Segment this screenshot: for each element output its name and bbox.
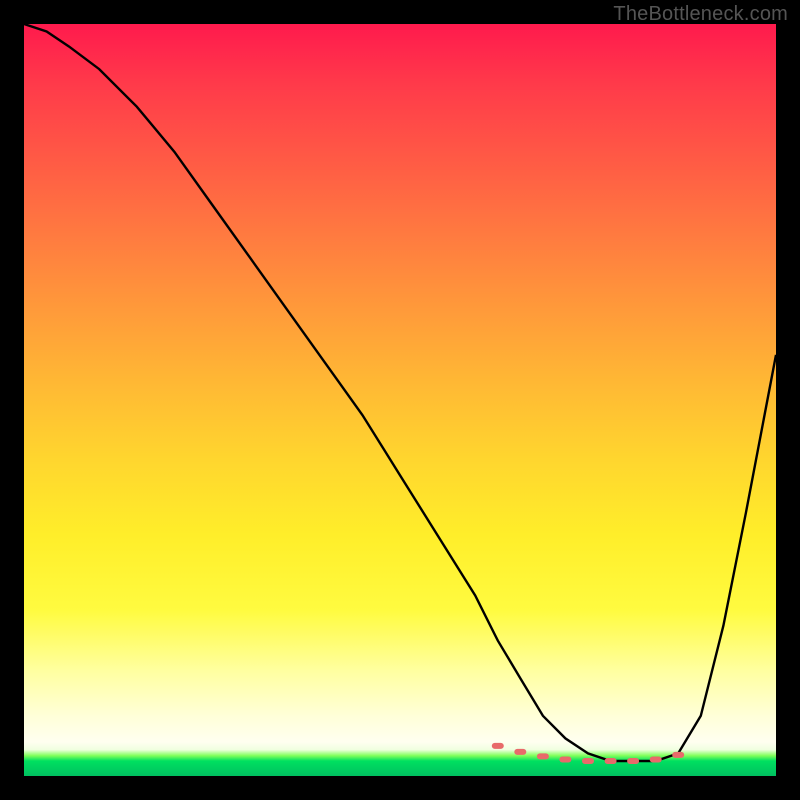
watermark-text: TheBottleneck.com bbox=[613, 3, 788, 26]
marker-dot bbox=[627, 758, 639, 764]
plot-area bbox=[24, 24, 776, 776]
marker-dot bbox=[650, 757, 662, 763]
curve-path bbox=[24, 24, 776, 761]
marker-dot bbox=[514, 749, 526, 755]
curve-layer bbox=[24, 24, 776, 776]
chart-frame: TheBottleneck.com bbox=[0, 0, 800, 800]
marker-dot bbox=[672, 752, 684, 758]
marker-dot bbox=[537, 753, 549, 759]
marker-dot bbox=[605, 758, 617, 764]
marker-dot bbox=[559, 757, 571, 763]
marker-dot bbox=[582, 758, 594, 764]
bottleneck-curve bbox=[24, 24, 776, 761]
marker-dot bbox=[492, 743, 504, 749]
